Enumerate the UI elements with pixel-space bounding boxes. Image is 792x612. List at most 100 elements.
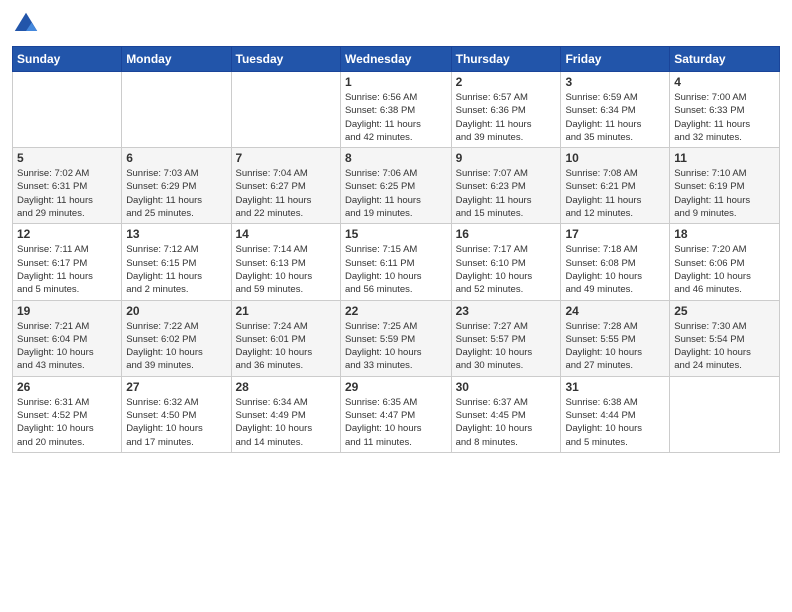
- calendar-cell: 2Sunrise: 6:57 AM Sunset: 6:36 PM Daylig…: [451, 72, 561, 148]
- day-number: 8: [345, 151, 447, 165]
- calendar-cell: 23 Sunrise: 7:27 AM Sunset: 5:57 PM Dayli…: [451, 300, 561, 376]
- calendar-cell: 6Sunrise: 7:03 AM Sunset: 6:29 PM Daylig…: [122, 148, 231, 224]
- day-info: Sunrise: 7:14 AM Sunset: 6:13 PM Dayligh…: [236, 243, 336, 296]
- day-info: Sunrise: 6:38 AM Sunset: 4:44 PM Dayligh…: [565, 396, 665, 449]
- day-info: Sunrise: 7:11 AM Sunset: 6:17 PM Dayligh…: [17, 243, 117, 296]
- day-info: Sunrise: 7:08 AM Sunset: 6:21 PM Dayligh…: [565, 167, 665, 220]
- day-info: Sunrise: 6:59 AM Sunset: 6:34 PM Dayligh…: [565, 91, 665, 144]
- calendar-cell: 18 Sunrise: 7:20 AM Sunset: 6:06 PM Dayli…: [670, 224, 780, 300]
- day-number: 10: [565, 151, 665, 165]
- day-number: 6: [126, 151, 226, 165]
- calendar-week-row: 12 Sunrise: 7:11 AM Sunset: 6:17 PM Dayli…: [13, 224, 780, 300]
- day-info: Sunrise: 7:28 AM Sunset: 5:55 PM Dayligh…: [565, 320, 665, 373]
- calendar-cell: 12 Sunrise: 7:11 AM Sunset: 6:17 PM Dayli…: [13, 224, 122, 300]
- calendar-table: SundayMondayTuesdayWednesdayThursdayFrid…: [12, 46, 780, 453]
- day-number: 20: [126, 304, 226, 318]
- calendar-cell: 21 Sunrise: 7:24 AM Sunset: 6:01 PM Dayli…: [231, 300, 340, 376]
- day-info: Sunrise: 7:21 AM Sunset: 6:04 PM Dayligh…: [17, 320, 117, 373]
- day-number: 17: [565, 227, 665, 241]
- calendar-header-wednesday: Wednesday: [340, 47, 451, 72]
- calendar-header-tuesday: Tuesday: [231, 47, 340, 72]
- day-number: 27: [126, 380, 226, 394]
- day-number: 3: [565, 75, 665, 89]
- day-info: Sunrise: 6:56 AM Sunset: 6:38 PM Dayligh…: [345, 91, 447, 144]
- day-info: Sunrise: 7:27 AM Sunset: 5:57 PM Dayligh…: [456, 320, 557, 373]
- day-number: 23: [456, 304, 557, 318]
- calendar-cell: 9Sunrise: 7:07 AM Sunset: 6:23 PM Daylig…: [451, 148, 561, 224]
- day-number: 26: [17, 380, 117, 394]
- calendar-week-row: 26 Sunrise: 6:31 AM Sunset: 4:52 PM Dayli…: [13, 376, 780, 452]
- calendar-cell: 26 Sunrise: 6:31 AM Sunset: 4:52 PM Dayli…: [13, 376, 122, 452]
- calendar-cell: 30Sunrise: 6:37 AM Sunset: 4:45 PM Dayli…: [451, 376, 561, 452]
- calendar-cell: 15 Sunrise: 7:15 AM Sunset: 6:11 PM Dayli…: [340, 224, 451, 300]
- page-container: SundayMondayTuesdayWednesdayThursdayFrid…: [0, 0, 792, 463]
- day-info: Sunrise: 7:02 AM Sunset: 6:31 PM Dayligh…: [17, 167, 117, 220]
- day-number: 12: [17, 227, 117, 241]
- calendar-cell: 25 Sunrise: 7:30 AM Sunset: 5:54 PM Dayli…: [670, 300, 780, 376]
- day-number: 13: [126, 227, 226, 241]
- calendar-cell: 20 Sunrise: 7:22 AM Sunset: 6:02 PM Dayli…: [122, 300, 231, 376]
- calendar-cell: 13 Sunrise: 7:12 AM Sunset: 6:15 PM Dayli…: [122, 224, 231, 300]
- calendar-cell: 10 Sunrise: 7:08 AM Sunset: 6:21 PM Dayli…: [561, 148, 670, 224]
- calendar-cell: 11 Sunrise: 7:10 AM Sunset: 6:19 PM Dayli…: [670, 148, 780, 224]
- day-info: Sunrise: 7:25 AM Sunset: 5:59 PM Dayligh…: [345, 320, 447, 373]
- day-number: 22: [345, 304, 447, 318]
- calendar-header-sunday: Sunday: [13, 47, 122, 72]
- day-info: Sunrise: 6:35 AM Sunset: 4:47 PM Dayligh…: [345, 396, 447, 449]
- calendar-cell: [13, 72, 122, 148]
- day-info: Sunrise: 7:22 AM Sunset: 6:02 PM Dayligh…: [126, 320, 226, 373]
- calendar-cell: 14 Sunrise: 7:14 AM Sunset: 6:13 PM Dayli…: [231, 224, 340, 300]
- calendar-cell: [231, 72, 340, 148]
- calendar-cell: 3 Sunrise: 6:59 AM Sunset: 6:34 PM Daylig…: [561, 72, 670, 148]
- day-info: Sunrise: 7:30 AM Sunset: 5:54 PM Dayligh…: [674, 320, 775, 373]
- day-number: 28: [236, 380, 336, 394]
- header: [12, 10, 780, 38]
- calendar-week-row: 19 Sunrise: 7:21 AM Sunset: 6:04 PM Dayli…: [13, 300, 780, 376]
- day-number: 11: [674, 151, 775, 165]
- day-info: Sunrise: 7:24 AM Sunset: 6:01 PM Dayligh…: [236, 320, 336, 373]
- day-number: 18: [674, 227, 775, 241]
- calendar-cell: 24 Sunrise: 7:28 AM Sunset: 5:55 PM Dayli…: [561, 300, 670, 376]
- logo-icon: [12, 10, 40, 38]
- calendar-cell: 31 Sunrise: 6:38 AM Sunset: 4:44 PM Dayli…: [561, 376, 670, 452]
- day-number: 25: [674, 304, 775, 318]
- day-info: Sunrise: 7:18 AM Sunset: 6:08 PM Dayligh…: [565, 243, 665, 296]
- day-info: Sunrise: 7:12 AM Sunset: 6:15 PM Dayligh…: [126, 243, 226, 296]
- day-number: 24: [565, 304, 665, 318]
- calendar-week-row: 1 Sunrise: 6:56 AM Sunset: 6:38 PM Daylig…: [13, 72, 780, 148]
- day-info: Sunrise: 6:31 AM Sunset: 4:52 PM Dayligh…: [17, 396, 117, 449]
- day-number: 1: [345, 75, 447, 89]
- calendar-cell: 7 Sunrise: 7:04 AM Sunset: 6:27 PM Daylig…: [231, 148, 340, 224]
- calendar-cell: 16Sunrise: 7:17 AM Sunset: 6:10 PM Dayli…: [451, 224, 561, 300]
- day-number: 7: [236, 151, 336, 165]
- day-number: 2: [456, 75, 557, 89]
- calendar-header-friday: Friday: [561, 47, 670, 72]
- calendar-cell: [122, 72, 231, 148]
- day-info: Sunrise: 7:06 AM Sunset: 6:25 PM Dayligh…: [345, 167, 447, 220]
- day-number: 31: [565, 380, 665, 394]
- day-number: 15: [345, 227, 447, 241]
- calendar-cell: 17 Sunrise: 7:18 AM Sunset: 6:08 PM Dayli…: [561, 224, 670, 300]
- calendar-cell: 1 Sunrise: 6:56 AM Sunset: 6:38 PM Daylig…: [340, 72, 451, 148]
- day-info: Sunrise: 6:37 AM Sunset: 4:45 PM Dayligh…: [456, 396, 557, 449]
- calendar-header-thursday: Thursday: [451, 47, 561, 72]
- day-number: 21: [236, 304, 336, 318]
- day-info: Sunrise: 7:10 AM Sunset: 6:19 PM Dayligh…: [674, 167, 775, 220]
- calendar-header-row: SundayMondayTuesdayWednesdayThursdayFrid…: [13, 47, 780, 72]
- day-info: Sunrise: 7:20 AM Sunset: 6:06 PM Dayligh…: [674, 243, 775, 296]
- logo: [12, 10, 44, 38]
- day-info: Sunrise: 7:15 AM Sunset: 6:11 PM Dayligh…: [345, 243, 447, 296]
- day-info: Sunrise: 7:04 AM Sunset: 6:27 PM Dayligh…: [236, 167, 336, 220]
- calendar-cell: 4Sunrise: 7:00 AM Sunset: 6:33 PM Daylig…: [670, 72, 780, 148]
- day-number: 29: [345, 380, 447, 394]
- calendar-cell: 19 Sunrise: 7:21 AM Sunset: 6:04 PM Dayli…: [13, 300, 122, 376]
- day-number: 5: [17, 151, 117, 165]
- day-number: 14: [236, 227, 336, 241]
- day-number: 19: [17, 304, 117, 318]
- day-info: Sunrise: 6:32 AM Sunset: 4:50 PM Dayligh…: [126, 396, 226, 449]
- calendar-cell: 29 Sunrise: 6:35 AM Sunset: 4:47 PM Dayli…: [340, 376, 451, 452]
- day-info: Sunrise: 6:34 AM Sunset: 4:49 PM Dayligh…: [236, 396, 336, 449]
- calendar-week-row: 5 Sunrise: 7:02 AM Sunset: 6:31 PM Daylig…: [13, 148, 780, 224]
- calendar-cell: 22 Sunrise: 7:25 AM Sunset: 5:59 PM Dayli…: [340, 300, 451, 376]
- calendar-header-saturday: Saturday: [670, 47, 780, 72]
